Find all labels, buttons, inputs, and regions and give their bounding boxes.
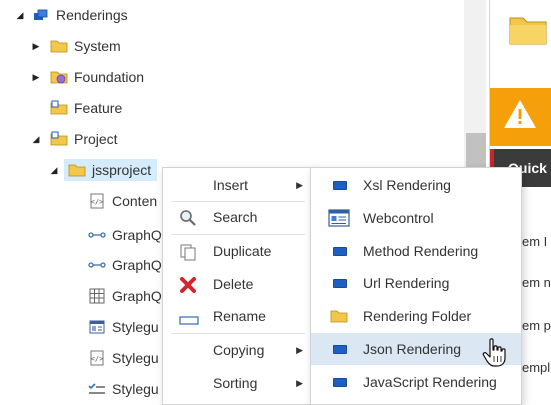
- field-label: em n: [522, 275, 551, 290]
- rendering-icon: [333, 279, 347, 288]
- renderings-icon: [32, 6, 50, 24]
- project-folder-icon: [50, 130, 68, 148]
- hand-cursor-icon: [482, 338, 508, 371]
- menu-item-label: Search: [213, 209, 258, 225]
- rendering-icon: [333, 345, 347, 354]
- webcontrol-icon: [328, 209, 350, 230]
- collapse-arrow-icon[interactable]: ◢: [14, 9, 26, 21]
- menu-item-rendering-folder[interactable]: Rendering Folder: [311, 300, 521, 332]
- tree-item-child[interactable]: GraphQ: [88, 251, 162, 279]
- rendering-icon: [333, 247, 347, 256]
- tree-item-label: GraphQ: [112, 288, 162, 304]
- rendering-icon: [333, 181, 347, 190]
- menu-item-rename[interactable]: Rename: [163, 300, 313, 332]
- code-file-icon: </>: [88, 349, 106, 367]
- menu-item-label: Webcontrol: [363, 210, 434, 226]
- tree-item-label: Stylegu: [112, 350, 159, 366]
- folder-icon: [68, 161, 86, 179]
- field-label: empl: [522, 360, 551, 375]
- tree-item-child[interactable]: </> Stylegu: [88, 344, 159, 372]
- tree-item-system[interactable]: ▶ System: [30, 32, 121, 60]
- tree-item-label: Conten: [112, 193, 158, 209]
- tree-item-label: Feature: [74, 100, 123, 116]
- grid-icon: [88, 287, 106, 305]
- scrollbar-thumb[interactable]: [466, 133, 486, 167]
- menu-item-label: JavaScript Rendering: [363, 374, 497, 390]
- folder-icon: [330, 308, 348, 327]
- menu-item-url-rendering[interactable]: Url Rendering: [311, 267, 521, 299]
- menu-item-insert[interactable]: Insert ▶: [163, 169, 313, 201]
- layout-icon: [88, 318, 106, 336]
- menu-item-label: Url Rendering: [363, 275, 450, 291]
- submenu-arrow-icon: ▶: [296, 179, 303, 190]
- graphql-icon: [88, 256, 106, 274]
- field-label: em I: [522, 234, 548, 249]
- search-icon: [179, 209, 197, 230]
- submenu-arrow-icon: ▶: [296, 377, 303, 388]
- graphql-icon: [88, 226, 106, 244]
- folder-icon: [50, 37, 68, 55]
- tree-item-label: jssproject: [92, 162, 152, 178]
- tree-item-label: GraphQ: [112, 257, 162, 273]
- menu-item-xsl-rendering[interactable]: Xsl Rendering: [311, 169, 521, 201]
- menu-item-label: Xsl Rendering: [363, 177, 451, 193]
- selected-item-highlight[interactable]: jssproject: [64, 159, 158, 181]
- menu-item-label: Duplicate: [213, 243, 272, 259]
- menu-item-label: Method Rendering: [363, 243, 479, 259]
- menu-item-method-rendering[interactable]: Method Rendering: [311, 235, 521, 267]
- tree-item-child[interactable]: Stylegu: [88, 313, 159, 341]
- tree-item-label: Stylegu: [112, 319, 159, 335]
- warning-banner: [490, 88, 551, 146]
- svg-text:</>: </>: [91, 198, 104, 206]
- code-file-icon: </>: [88, 192, 106, 210]
- tree-item-label: Renderings: [56, 7, 128, 23]
- collapse-arrow-icon[interactable]: ◢: [48, 164, 60, 176]
- tree-item-foundation[interactable]: ▶ Foundation: [30, 63, 145, 91]
- folder-icon: [508, 12, 548, 49]
- menu-item-label: Rendering Folder: [363, 308, 472, 324]
- menu-item-delete[interactable]: Delete: [163, 268, 313, 300]
- svg-text:</>: </>: [91, 355, 104, 363]
- expand-arrow-icon[interactable]: ▶: [30, 40, 42, 52]
- tree-item-project[interactable]: ◢ Project: [30, 125, 118, 153]
- tree-item-label: System: [74, 38, 121, 54]
- foundation-folder-icon: [50, 68, 68, 86]
- field-label: em p: [522, 318, 551, 333]
- expand-arrow-icon[interactable]: ▶: [30, 71, 42, 83]
- menu-item-label: Delete: [213, 276, 254, 292]
- tree-item-jssproject[interactable]: ◢ jssproject: [48, 156, 158, 184]
- menu-item-search[interactable]: Search: [163, 201, 313, 233]
- tree-item-child[interactable]: GraphQ: [88, 221, 162, 249]
- rendering-icon: [333, 378, 347, 387]
- menu-item-label: Json Rendering: [363, 341, 462, 357]
- checklist-icon: [88, 380, 106, 398]
- delete-icon: [180, 277, 196, 296]
- menu-item-duplicate[interactable]: Duplicate: [163, 235, 313, 267]
- tree-item-renderings[interactable]: ◢ Renderings: [14, 1, 128, 29]
- tree-item-child[interactable]: </> Conten: [88, 187, 157, 215]
- tree-item-label: Project: [74, 131, 118, 147]
- tree-item-child[interactable]: GraphQ: [88, 282, 162, 310]
- menu-item-sorting[interactable]: Sorting ▶: [163, 367, 313, 399]
- submenu-arrow-icon: ▶: [296, 344, 303, 355]
- tree-item-child[interactable]: Stylegu: [88, 375, 159, 403]
- rename-icon: [179, 312, 199, 328]
- tree-item-label: Foundation: [74, 69, 145, 85]
- menu-item-label: Rename: [213, 308, 266, 324]
- tree-item-label: GraphQ: [112, 227, 162, 243]
- context-menu: Insert ▶ Search Duplicate Delete Rename …: [162, 167, 314, 405]
- duplicate-icon: [179, 243, 197, 264]
- menu-item-copying[interactable]: Copying ▶: [163, 334, 313, 366]
- warning-icon: [502, 98, 538, 133]
- collapse-arrow-icon[interactable]: ◢: [30, 133, 42, 145]
- menu-item-webcontrol[interactable]: Webcontrol: [311, 202, 521, 234]
- menu-item-label: Insert: [213, 177, 249, 193]
- menu-item-label: Copying: [213, 342, 265, 358]
- tree-item-label: Stylegu: [112, 381, 159, 397]
- feature-folder-icon: [50, 99, 68, 117]
- tree-item-feature[interactable]: Feature: [30, 94, 122, 122]
- menu-item-label: Sorting: [213, 375, 258, 391]
